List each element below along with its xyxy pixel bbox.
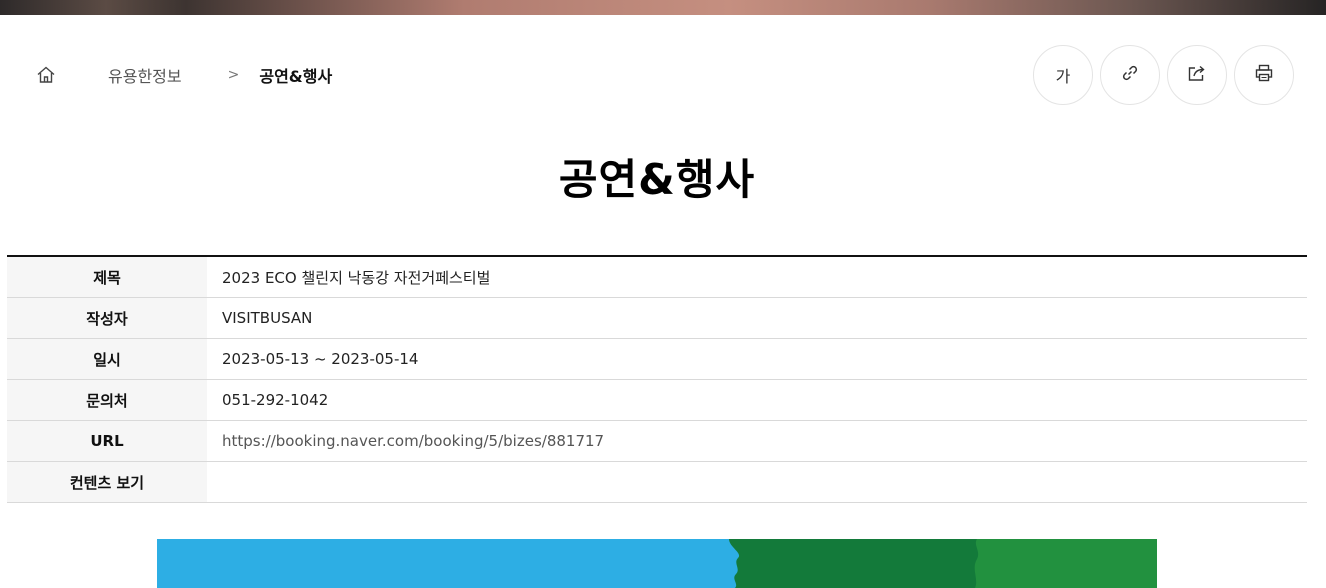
table-row: URL https://booking.naver.com/booking/5/…	[7, 420, 1307, 462]
home-icon[interactable]	[34, 63, 58, 87]
row-value-date: 2023-05-13 ~ 2023-05-14	[207, 338, 1307, 380]
event-poster-image	[157, 539, 1157, 588]
table-row: 컨텐츠 보기	[7, 461, 1307, 503]
link-icon	[1120, 63, 1140, 87]
top-banner-image	[0, 0, 1326, 15]
share-button[interactable]	[1167, 45, 1227, 105]
page-tools: 가	[1033, 45, 1294, 105]
event-info-table: 제목 2023 ECO 챌린지 낙동강 자전거페스티벌 작성자 VISITBUS…	[7, 255, 1307, 503]
breadcrumb-item-useful-info[interactable]: 유용한정보	[108, 63, 182, 87]
page-title: 공연&행사	[558, 155, 756, 204]
share-icon	[1186, 63, 1208, 87]
print-button[interactable]	[1234, 45, 1294, 105]
font-size-label: 가	[1055, 67, 1071, 86]
table-row: 일시 2023-05-13 ~ 2023-05-14	[7, 338, 1307, 380]
copy-link-button[interactable]	[1100, 45, 1160, 105]
breadcrumb: 유용한정보 > 공연&행사	[34, 62, 332, 88]
row-value-author: VISITBUSAN	[207, 297, 1307, 339]
breadcrumb-current: 공연&행사	[259, 67, 333, 86]
table-row: 작성자 VISITBUSAN	[7, 297, 1307, 339]
row-value-title: 2023 ECO 챌린지 낙동강 자전거페스티벌	[207, 256, 1307, 298]
row-label-content: 컨텐츠 보기	[7, 461, 207, 503]
row-value-contact: 051-292-1042	[207, 379, 1307, 421]
row-label-author: 작성자	[7, 297, 207, 339]
row-label-url: URL	[7, 420, 207, 462]
table-row: 문의처 051-292-1042	[7, 379, 1307, 421]
row-label-title: 제목	[7, 256, 207, 298]
font-size-button[interactable]: 가	[1033, 45, 1093, 105]
event-url-link[interactable]: https://booking.naver.com/booking/5/bize…	[207, 420, 1307, 462]
breadcrumb-separator: >	[227, 67, 240, 83]
table-row: 제목 2023 ECO 챌린지 낙동강 자전거페스티벌	[7, 256, 1307, 298]
row-label-contact: 문의처	[7, 379, 207, 421]
row-label-date: 일시	[7, 338, 207, 380]
row-value-content	[207, 461, 1307, 503]
print-icon	[1254, 63, 1274, 87]
